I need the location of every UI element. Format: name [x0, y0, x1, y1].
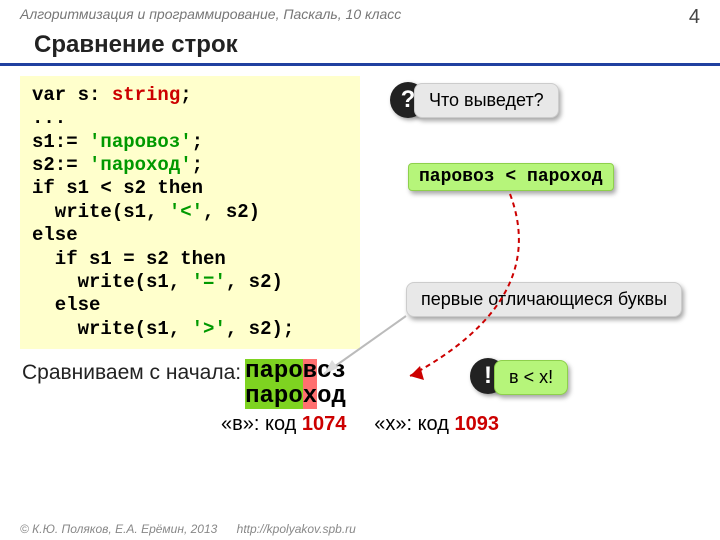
footer-url: http://kpolyakov.spb.ru: [237, 522, 356, 536]
slide-header: Алгоритмизация и программирование, Паска…: [0, 0, 720, 31]
copyright: © К.Ю. Поляков, Е.А. Ерёмин, 2013: [20, 522, 217, 536]
result-badge: паровоз < пароход: [408, 163, 614, 191]
question-callout: Что выведет?: [414, 83, 559, 118]
slide-title: Сравнение строк: [0, 31, 720, 66]
compare-label: Сравниваем с начала:: [22, 359, 241, 385]
bang-callout: в < х!: [494, 360, 568, 395]
code-block: var s: string; ... s1:= 'паровоз'; s2:= …: [20, 76, 360, 349]
page-number: 4: [689, 6, 700, 29]
slide-footer: © К.Ю. Поляков, Е.А. Ерёмин, 2013 http:/…: [20, 522, 356, 536]
course-label: Алгоритмизация и программирование, Паска…: [20, 6, 401, 29]
char-codes: «в»: код 1074 «х»: код 1093: [0, 413, 720, 436]
compare-words: паровоз пароход: [245, 359, 346, 409]
compare-section: Сравниваем с начала: паровоз пароход: [22, 359, 720, 409]
first-diff-callout: первые отличающиеся буквы: [406, 282, 682, 317]
